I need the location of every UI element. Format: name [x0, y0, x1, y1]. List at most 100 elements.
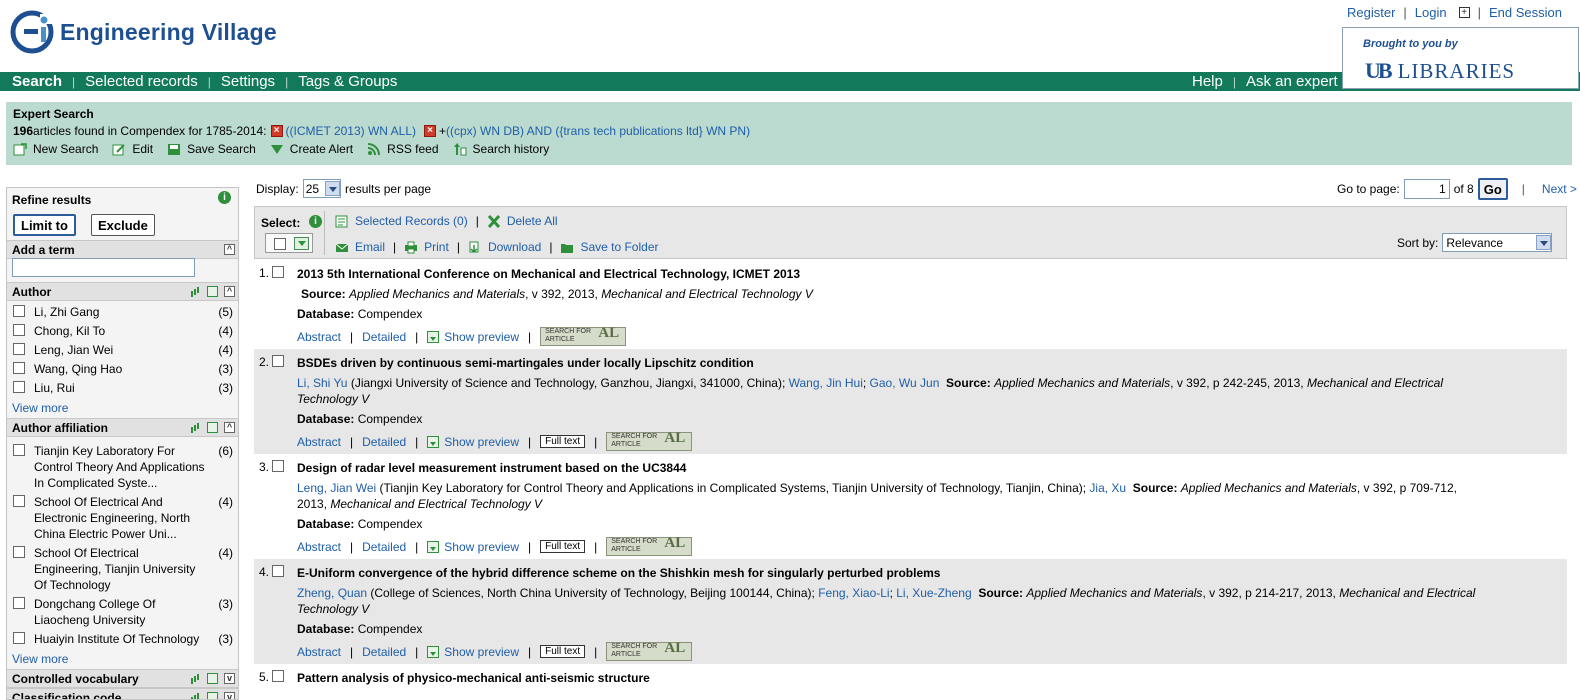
- author-link[interactable]: Wang, Jin Hui: [789, 376, 863, 390]
- author-item[interactable]: Leng, Jian Wei (4): [13, 342, 238, 358]
- query-term-1[interactable]: ((ICMET 2013) WN ALL): [286, 124, 416, 138]
- checkbox[interactable]: [13, 632, 25, 644]
- author-link[interactable]: Li, Xue-Zheng: [896, 586, 971, 600]
- show-preview-link[interactable]: Show preview: [444, 644, 519, 660]
- abstract-link[interactable]: Abstract: [297, 644, 341, 660]
- export-icon[interactable]: [207, 673, 218, 684]
- remove-term-icon[interactable]: ×: [424, 125, 436, 137]
- export-icon[interactable]: [207, 286, 218, 297]
- nav-selected-records[interactable]: Selected records: [85, 73, 198, 90]
- select-all-control[interactable]: [265, 233, 313, 253]
- remove-term-icon[interactable]: ×: [270, 125, 283, 137]
- chart-icon[interactable]: [190, 286, 201, 297]
- expand-icon[interactable]: v: [224, 692, 235, 699]
- author-view-more-link[interactable]: View more: [7, 401, 238, 418]
- result-checkbox[interactable]: [272, 355, 284, 367]
- nav-settings[interactable]: Settings: [221, 73, 275, 90]
- result-title[interactable]: Design of radar level measurement instru…: [297, 460, 1487, 476]
- engineering-village-logo[interactable]: Engineering Village: [10, 10, 277, 54]
- abstract-link[interactable]: Abstract: [297, 539, 341, 555]
- go-button[interactable]: Go: [1477, 178, 1508, 200]
- controlled-vocab-header[interactable]: Controlled vocabulary v: [7, 669, 238, 688]
- nav-ask-an-expert[interactable]: Ask an expert: [1246, 73, 1338, 90]
- save-to-folder-link[interactable]: Save to Folder: [560, 240, 659, 254]
- selected-records-link[interactable]: Selected Records (0): [335, 214, 468, 228]
- new-search-button[interactable]: New Search: [13, 142, 98, 156]
- add-term-input[interactable]: [12, 258, 195, 277]
- result-checkbox[interactable]: [272, 670, 284, 682]
- search-for-article-button[interactable]: SEARCH FOR ARTICLE AL: [606, 641, 693, 661]
- chart-icon[interactable]: [190, 422, 201, 433]
- exclude-button[interactable]: Exclude: [91, 214, 155, 236]
- result-title[interactable]: Pattern analysis of physico-mechanical a…: [297, 670, 1487, 686]
- affiliation-item[interactable]: School Of Electrical Engineering, Tianji…: [13, 545, 238, 593]
- nav-tags-groups[interactable]: Tags & Groups: [298, 73, 397, 90]
- collapse-icon[interactable]: ^: [224, 422, 235, 433]
- search-for-article-button[interactable]: SEARCH FOR ARTICLE AL: [540, 326, 627, 346]
- author-link[interactable]: Jia, Xu: [1089, 481, 1126, 495]
- checkbox[interactable]: [13, 343, 25, 355]
- search-for-article-button[interactable]: SEARCH FOR ARTICLE AL: [606, 431, 693, 451]
- chart-icon[interactable]: [190, 692, 201, 699]
- collapse-icon[interactable]: ^: [224, 286, 235, 297]
- export-icon[interactable]: [207, 422, 218, 433]
- expand-icon[interactable]: v: [224, 673, 235, 684]
- info-icon[interactable]: i: [218, 191, 231, 204]
- checkbox[interactable]: [13, 381, 25, 393]
- author-link[interactable]: Li, Shi Yu: [297, 376, 347, 390]
- sort-select[interactable]: Relevance: [1442, 233, 1553, 252]
- detailed-link[interactable]: Detailed: [362, 644, 406, 660]
- author-link[interactable]: Feng, Xiao-Li: [818, 586, 889, 600]
- result-checkbox[interactable]: [272, 266, 284, 278]
- checkbox[interactable]: [13, 444, 25, 456]
- nav-search[interactable]: Search: [12, 73, 62, 90]
- expand-login-icon[interactable]: +: [1458, 7, 1470, 18]
- checkbox[interactable]: [13, 495, 25, 507]
- show-preview-link[interactable]: Show preview: [444, 329, 519, 345]
- edit-button[interactable]: Edit: [112, 142, 153, 156]
- result-checkbox[interactable]: [272, 460, 284, 472]
- chart-icon[interactable]: [190, 673, 201, 684]
- detailed-link[interactable]: Detailed: [362, 329, 406, 345]
- abstract-link[interactable]: Abstract: [297, 434, 341, 450]
- print-link[interactable]: Print: [404, 240, 449, 254]
- abstract-link[interactable]: Abstract: [297, 329, 341, 345]
- search-history-button[interactable]: Search history: [453, 142, 549, 156]
- export-icon[interactable]: [207, 692, 218, 699]
- checkbox[interactable]: [13, 362, 25, 374]
- author-link[interactable]: Gao, Wu Jun: [870, 376, 940, 390]
- end-session-link[interactable]: End Session: [1489, 5, 1562, 20]
- result-checkbox[interactable]: [272, 565, 284, 577]
- affiliation-view-more-link[interactable]: View more: [7, 652, 238, 669]
- select-dropdown-icon[interactable]: [294, 236, 309, 250]
- email-link[interactable]: Email: [335, 240, 385, 254]
- select-info-icon[interactable]: i: [309, 215, 322, 228]
- classification-code-header[interactable]: Classification code v: [7, 688, 238, 699]
- detailed-link[interactable]: Detailed: [362, 539, 406, 555]
- download-link[interactable]: Download: [468, 240, 541, 254]
- register-link[interactable]: Register: [1347, 5, 1395, 20]
- affiliation-item[interactable]: Huaiyin Institute Of Technology (3): [13, 631, 238, 647]
- affiliation-item[interactable]: Tianjin Key Laboratory For Control Theor…: [13, 443, 238, 491]
- author-link[interactable]: Leng, Jian Wei: [297, 481, 376, 495]
- collapse-icon[interactable]: ^: [224, 244, 235, 255]
- author-item[interactable]: Wang, Qing Hao (3): [13, 361, 238, 377]
- limit-to-button[interactable]: Limit to: [13, 214, 76, 236]
- author-link[interactable]: Zheng, Quan: [297, 586, 367, 600]
- checkbox[interactable]: [13, 305, 25, 317]
- login-link[interactable]: Login: [1415, 5, 1447, 20]
- author-item[interactable]: Liu, Rui (3): [13, 380, 238, 396]
- checkbox[interactable]: [13, 597, 25, 609]
- per-page-select[interactable]: 25: [302, 179, 342, 198]
- checkbox[interactable]: [13, 546, 25, 558]
- query-term-2[interactable]: ((cpx) WN DB) AND ({trans tech publicati…: [446, 124, 750, 138]
- full-text-button[interactable]: Full text: [540, 540, 586, 553]
- save-search-button[interactable]: Save Search: [167, 142, 256, 156]
- page-number-input[interactable]: 1: [1403, 179, 1450, 199]
- show-preview-link[interactable]: Show preview: [444, 539, 519, 555]
- author-item[interactable]: Li, Zhi Gang (5): [13, 304, 238, 320]
- affiliation-item[interactable]: Dongchang College Of Liaocheng Universit…: [13, 596, 238, 628]
- result-title[interactable]: E-Uniform convergence of the hybrid diff…: [297, 565, 1487, 581]
- show-preview-link[interactable]: Show preview: [444, 434, 519, 450]
- result-title[interactable]: 2013 5th International Conference on Mec…: [297, 266, 1487, 282]
